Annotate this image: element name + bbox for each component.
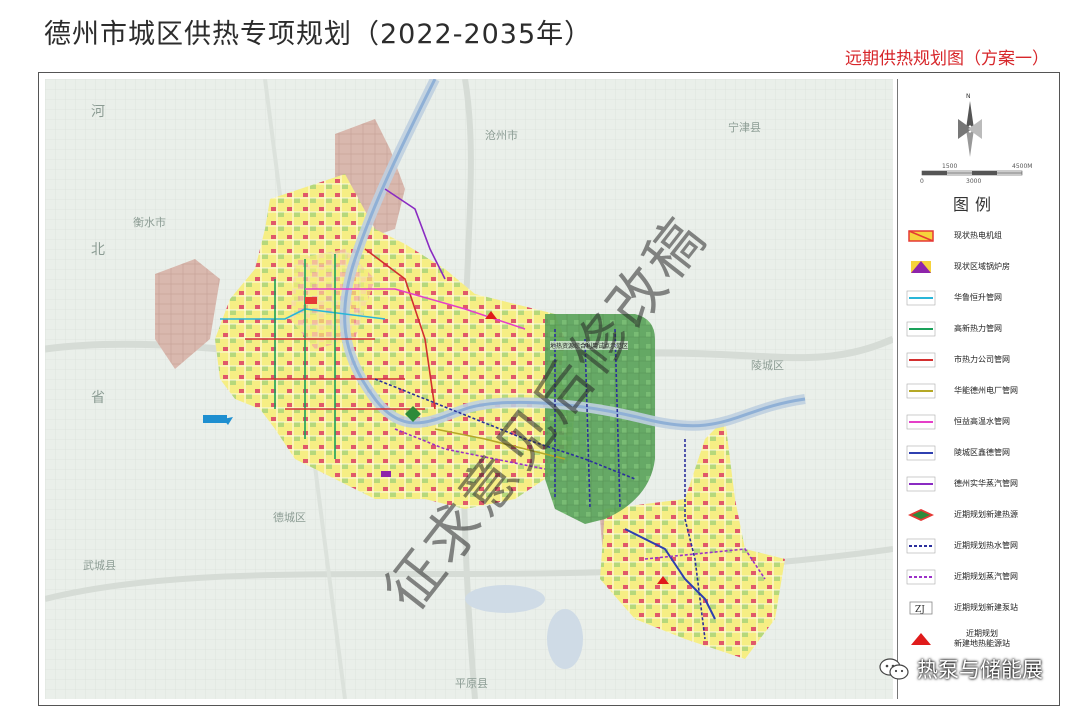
- scale-bar: 1500 4500M 0 3000: [912, 161, 1038, 185]
- existing-chp-icon: [906, 228, 936, 244]
- place-label: 沧州市: [485, 129, 518, 142]
- legend-item: 近期规划热水管网: [906, 535, 1052, 557]
- legend-label: 陵城区鑫德管网: [954, 448, 1010, 457]
- map-drawing: [45, 79, 893, 699]
- dashed-icon: [906, 569, 936, 585]
- legend-item: 近期规划蒸汽管网: [906, 566, 1052, 588]
- line-icon: [906, 352, 936, 368]
- zj-icon: ZJ: [906, 600, 936, 616]
- triangle-icon: [906, 631, 936, 647]
- legend-item: 华能德州电厂管网: [906, 380, 1052, 402]
- legend-item: 近期规划新建热源: [906, 504, 1052, 526]
- legend-label: 市热力公司管网: [954, 355, 1010, 364]
- line-icon: [906, 414, 936, 430]
- line-icon: [906, 383, 936, 399]
- legend-item: 现状区域锅炉房: [906, 256, 1052, 278]
- legend-label: 现状区域锅炉房: [954, 262, 1010, 271]
- compass-letter: N: [966, 93, 971, 100]
- map-callout: [203, 415, 227, 423]
- brand-watermark: 热泵与储能展: [879, 654, 1043, 684]
- scale-label: 4500M: [1012, 163, 1032, 170]
- legend-label: 德州实华蒸汽管网: [954, 479, 1018, 488]
- map-canvas[interactable]: 宁津县 沧州市 衡水市 陵城区 德城区 武城县 平原县 河 北 省 地热资源综合…: [45, 79, 893, 699]
- legend-item: 恒益高温水管网: [906, 411, 1052, 433]
- legend-label: 华鲁恒升管网: [954, 293, 1002, 302]
- legend-label: 高新热力管网: [954, 324, 1002, 333]
- province-label-char: 北: [91, 242, 105, 258]
- legend-item: 近期规划 新建地热能源站: [906, 628, 1052, 650]
- wechat-icon: [879, 658, 909, 680]
- legend-item: 高新热力管网: [906, 318, 1052, 340]
- legend-item: 市热力公司管网: [906, 349, 1052, 371]
- legend-item: 现状热电机组: [906, 225, 1052, 247]
- legend-label: 恒益高温水管网: [954, 417, 1010, 426]
- map-subtitle: 远期供热规划图（方案一）: [845, 49, 1049, 69]
- legend-item: 德州实华蒸汽管网: [906, 473, 1052, 495]
- legend-label: 近期规划蒸汽管网: [954, 572, 1018, 581]
- province-label-char: 河: [91, 104, 105, 120]
- legend-item: ZJ 近期规划新建泵站: [906, 597, 1052, 619]
- dashed-icon: [906, 538, 936, 554]
- scale-label: 0: [920, 178, 924, 185]
- province-label-char: 省: [91, 390, 105, 406]
- place-label: 武城县: [83, 559, 116, 572]
- legend-item: 华鲁恒升管网: [906, 287, 1052, 309]
- legend-item: 陵城区鑫德管网: [906, 442, 1052, 464]
- pump-station-code: ZJ: [915, 605, 925, 615]
- place-label: 平原县: [455, 677, 488, 690]
- existing-boiler-icon: [906, 259, 936, 275]
- legend-label: 近期规划新建热源: [954, 510, 1018, 519]
- scale-label: 1500: [942, 163, 957, 170]
- legend-title: 图例: [952, 195, 997, 214]
- legend-label: 近期规划新建泵站: [954, 603, 1018, 612]
- map-frame: 宁津县 沧州市 衡水市 陵城区 德城区 武城县 平原县 河 北 省 地热资源综合…: [38, 72, 1060, 706]
- line-icon: [906, 445, 936, 461]
- new-source-icon: [906, 507, 936, 523]
- legend-panel: N 1500 4500M 0 3000 图例 现状热电机组 现状区域锅炉房 华鲁恒升…: [897, 79, 1052, 699]
- legend-label: 现状热电机组: [954, 231, 1002, 240]
- line-icon: [906, 290, 936, 306]
- north-arrow-icon: N: [958, 93, 982, 157]
- place-label: 陵城区: [751, 359, 784, 372]
- legend-label: 华能德州电厂管网: [954, 386, 1018, 395]
- legend-label: 近期规划热水管网: [954, 541, 1018, 550]
- place-label: 衡水市: [133, 216, 166, 229]
- brand-name: 热泵与储能展: [917, 658, 1043, 682]
- line-icon: [906, 321, 936, 337]
- scale-label: 3000: [966, 178, 981, 185]
- legend-label: 近期规划 新建地热能源站: [954, 629, 1010, 648]
- page-title: 德州市城区供热专项规划（2022-2035年）: [44, 19, 593, 50]
- place-label: 德城区: [273, 511, 306, 524]
- place-label: 宁津县: [728, 121, 761, 134]
- line-icon: [906, 476, 936, 492]
